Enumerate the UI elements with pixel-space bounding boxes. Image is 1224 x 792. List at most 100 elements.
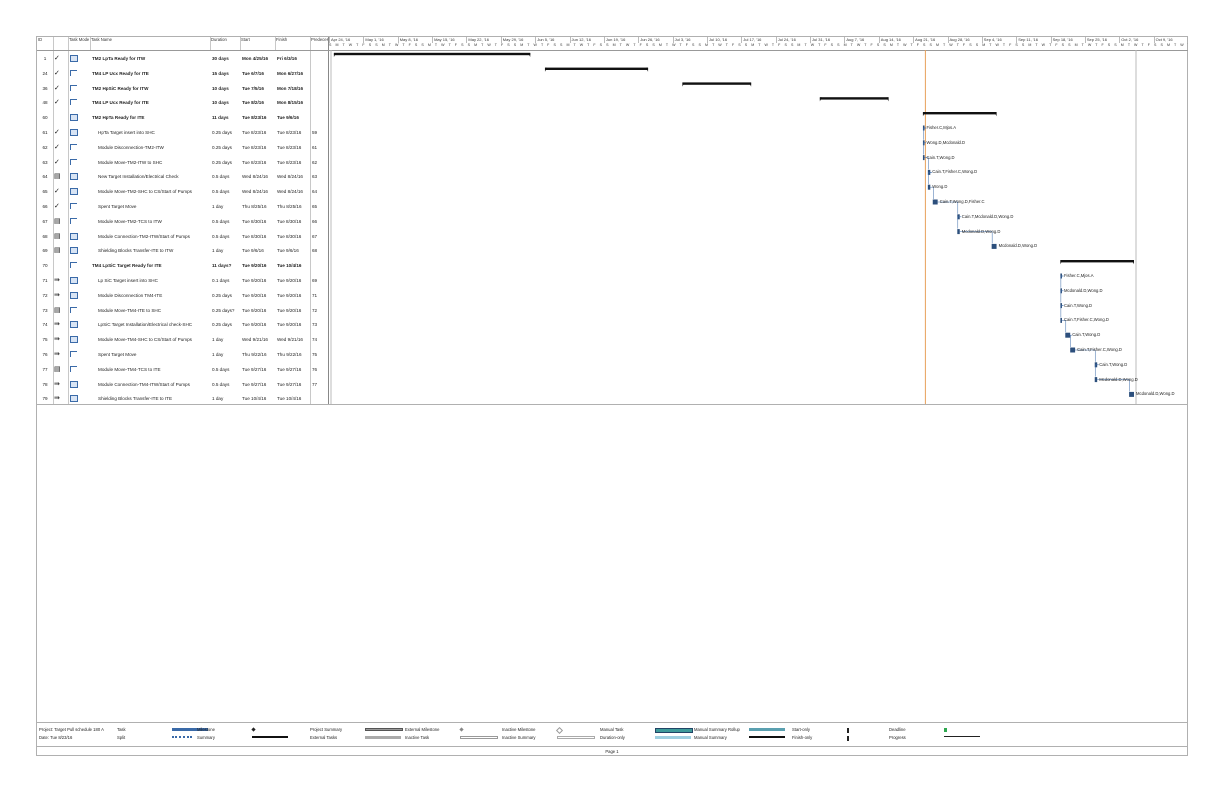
- task-name[interactable]: Module Connection-TM4-ITW/Start of Pumps: [98, 382, 208, 387]
- task-finish[interactable]: Tue 10/4/16: [277, 396, 310, 401]
- task-start[interactable]: Tue 9/20/16: [242, 278, 275, 283]
- task-row[interactable]: 36 ✓ TM2 HpSiC Ready for ITW 10 days Tue 7/5…: [37, 81, 329, 96]
- task-predecessors[interactable]: 71: [312, 293, 328, 298]
- task-row[interactable]: 24 ✓ TM4 LP Ucx Ready for ITE 15 days Tue 6/…: [37, 66, 329, 81]
- task-row[interactable]: 63 ✓ Module Move-TM2-ITW to SHC 0.25 days Tu…: [37, 155, 329, 170]
- task-row[interactable]: 79 ⇛ Shielding Blocks Transfer-ITE to ITE 1…: [37, 391, 329, 406]
- task-finish[interactable]: Tue 9/6/16: [277, 115, 310, 120]
- task-predecessors[interactable]: 65: [312, 204, 328, 209]
- task-row[interactable]: 61 ✓ HpTa Target insert into SHC 0.25 days T…: [37, 125, 329, 140]
- task-duration[interactable]: 0.5 days: [212, 234, 240, 239]
- col-header-indicator[interactable]: [53, 37, 68, 50]
- task-duration[interactable]: 0.5 days: [212, 382, 240, 387]
- task-name[interactable]: Shielding Blocks Transfer-ITE to ITW: [98, 248, 208, 253]
- task-row[interactable]: 70 TM4 LpSiC Target Ready for ITE 11 days?…: [37, 258, 329, 273]
- task-name[interactable]: TM4 LP Ucx Ready for ITE: [92, 71, 208, 76]
- task-start[interactable]: Thu 9/22/16: [242, 352, 275, 357]
- task-row[interactable]: 62 ✓ Module Disconnection-TM2-ITW 0.25 days…: [37, 140, 329, 155]
- task-duration[interactable]: 1 day: [212, 352, 240, 357]
- task-row[interactable]: 68 ▤ Module Connection-TM2-ITW/Start of Pu…: [37, 229, 329, 244]
- task-name[interactable]: Module Disconnection TM4-ITE: [98, 293, 208, 298]
- task-name[interactable]: TM2 HpSiC Ready for ITW: [92, 86, 208, 91]
- task-predecessors[interactable]: 68: [312, 248, 328, 253]
- task-start[interactable]: Tue 8/23/16: [242, 130, 275, 135]
- task-finish[interactable]: Tue 8/23/16: [277, 160, 310, 165]
- task-row[interactable]: 76 ⇛ Spent Target Move 1 day Thu 9/22/16 Thu …: [37, 347, 329, 362]
- task-finish[interactable]: Wed 8/24/16: [277, 189, 310, 194]
- task-predecessors[interactable]: 67: [312, 234, 328, 239]
- task-row[interactable]: 73 ▤ Module Move-TM4-ITE to SHC 0.25 days? T…: [37, 303, 329, 318]
- task-name[interactable]: Module Disconnection-TM2-ITW: [98, 145, 208, 150]
- task-predecessors[interactable]: 72: [312, 308, 328, 313]
- col-header-predecessors[interactable]: Predecessors: [310, 37, 329, 50]
- task-start[interactable]: Tue 9/20/16: [242, 293, 275, 298]
- task-finish[interactable]: Tue 8/30/16: [277, 234, 310, 239]
- task-row[interactable]: 77 ▤ Module Move-TM4-TCS to ITE 0.5 days Tue…: [37, 362, 329, 377]
- task-predecessors[interactable]: 66: [312, 219, 328, 224]
- task-finish[interactable]: Tue 9/20/16: [277, 308, 310, 313]
- task-start[interactable]: Tue 8/30/16: [242, 219, 275, 224]
- task-finish[interactable]: Tue 8/30/16: [277, 219, 310, 224]
- task-duration[interactable]: 0.5 days: [212, 219, 240, 224]
- task-name[interactable]: New Target Installation/Electrical Check: [98, 174, 208, 179]
- task-finish[interactable]: Tue 9/20/16: [277, 293, 310, 298]
- col-header-name[interactable]: Task Name: [90, 37, 210, 50]
- task-duration[interactable]: 0.5 days: [212, 189, 240, 194]
- task-name[interactable]: TM2 HpTa Ready for ITE: [92, 115, 208, 120]
- task-duration[interactable]: 1 day: [212, 248, 240, 253]
- task-predecessors[interactable]: 74: [312, 337, 328, 342]
- task-duration[interactable]: 0.25 days: [212, 293, 240, 298]
- task-finish[interactable]: Tue 9/27/16: [277, 382, 310, 387]
- task-finish[interactable]: Mon 7/18/16: [277, 86, 310, 91]
- task-predecessors[interactable]: 76: [312, 367, 328, 372]
- task-name[interactable]: Module Move-TM2-SHC to CS/Start of Pumps: [98, 189, 208, 194]
- task-duration[interactable]: 1 day: [212, 204, 240, 209]
- task-name[interactable]: Module Move-TM4-TCS to ITE: [98, 367, 208, 372]
- task-name[interactable]: Spent Target Move: [98, 352, 208, 357]
- task-duration[interactable]: 15 days: [212, 71, 240, 76]
- task-duration[interactable]: 10 days: [212, 100, 240, 105]
- task-finish[interactable]: Wed 9/21/16: [277, 337, 310, 342]
- task-duration[interactable]: 0.25 days: [212, 322, 240, 327]
- task-start[interactable]: Tue 9/27/16: [242, 382, 275, 387]
- task-duration[interactable]: 10 days: [212, 86, 240, 91]
- task-row[interactable]: 69 ▤ Shielding Blocks Transfer-ITE to ITW 1…: [37, 243, 329, 258]
- task-row[interactable]: 65 ✓ Module Move-TM2-SHC to CS/Start of Pu…: [37, 184, 329, 199]
- task-predecessors[interactable]: 63: [312, 174, 328, 179]
- task-duration[interactable]: 1 day: [212, 337, 240, 342]
- task-start[interactable]: Tue 9/20/16: [242, 308, 275, 313]
- task-name[interactable]: Spent Target Move: [98, 204, 208, 209]
- task-start[interactable]: Tue 6/7/16: [242, 71, 275, 76]
- task-finish[interactable]: Fri 6/3/16: [277, 56, 310, 61]
- task-start[interactable]: Tue 9/6/16: [242, 248, 275, 253]
- task-row[interactable]: 72 ⇛ Module Disconnection TM4-ITE 0.25 days…: [37, 288, 329, 303]
- task-row[interactable]: 78 ⇛ Module Connection-TM4-ITW/Start of Pu…: [37, 377, 329, 392]
- task-finish[interactable]: Tue 9/6/16: [277, 248, 310, 253]
- task-finish[interactable]: Tue 8/23/16: [277, 145, 310, 150]
- task-row[interactable]: 64 ▤ New Target Installation/Electrical Ch…: [37, 169, 329, 184]
- task-start[interactable]: Tue 8/23/16: [242, 115, 275, 120]
- task-start[interactable]: Wed 9/21/16: [242, 337, 275, 342]
- task-name[interactable]: Lp SiC Target insert into SHC: [98, 278, 208, 283]
- task-name[interactable]: LpSiC Target Installation/Electrical che…: [98, 322, 208, 327]
- task-predecessors[interactable]: 64: [312, 189, 328, 194]
- task-name[interactable]: Module Move-TM2-TCS to ITW: [98, 219, 208, 224]
- task-finish[interactable]: Tue 9/27/16: [277, 367, 310, 372]
- task-name[interactable]: Module Connection-TM2-ITW/Start of Pumps: [98, 234, 208, 239]
- task-name[interactable]: Module Move-TM2-ITW to SHC: [98, 160, 208, 165]
- task-start[interactable]: Tue 8/23/16: [242, 145, 275, 150]
- task-row[interactable]: 1 ✓ TM2 LpTa Ready for ITW 30 days Mon 4/25/…: [37, 51, 329, 66]
- task-name[interactable]: Shielding Blocks Transfer-ITE to ITE: [98, 396, 208, 401]
- task-row[interactable]: 60 TM2 HpTa Ready for ITE 11 days Tue 8/23/…: [37, 110, 329, 125]
- task-start[interactable]: Tue 9/20/16: [242, 322, 275, 327]
- task-start[interactable]: Tue 10/4/16: [242, 396, 275, 401]
- task-name[interactable]: TM2 LpTa Ready for ITW: [92, 56, 208, 61]
- task-name[interactable]: Module Move-TM4-ITE to SHC: [98, 308, 208, 313]
- task-finish[interactable]: Tue 9/20/16: [277, 278, 310, 283]
- task-duration[interactable]: 11 days?: [212, 263, 240, 268]
- task-row[interactable]: 67 ▤ Module Move-TM2-TCS to ITW 0.5 days Tue…: [37, 214, 329, 229]
- task-finish[interactable]: Tue 8/23/16: [277, 130, 310, 135]
- task-start[interactable]: Tue 8/2/16: [242, 100, 275, 105]
- task-predecessors[interactable]: 73: [312, 322, 328, 327]
- task-finish[interactable]: Mon 6/27/16: [277, 71, 310, 76]
